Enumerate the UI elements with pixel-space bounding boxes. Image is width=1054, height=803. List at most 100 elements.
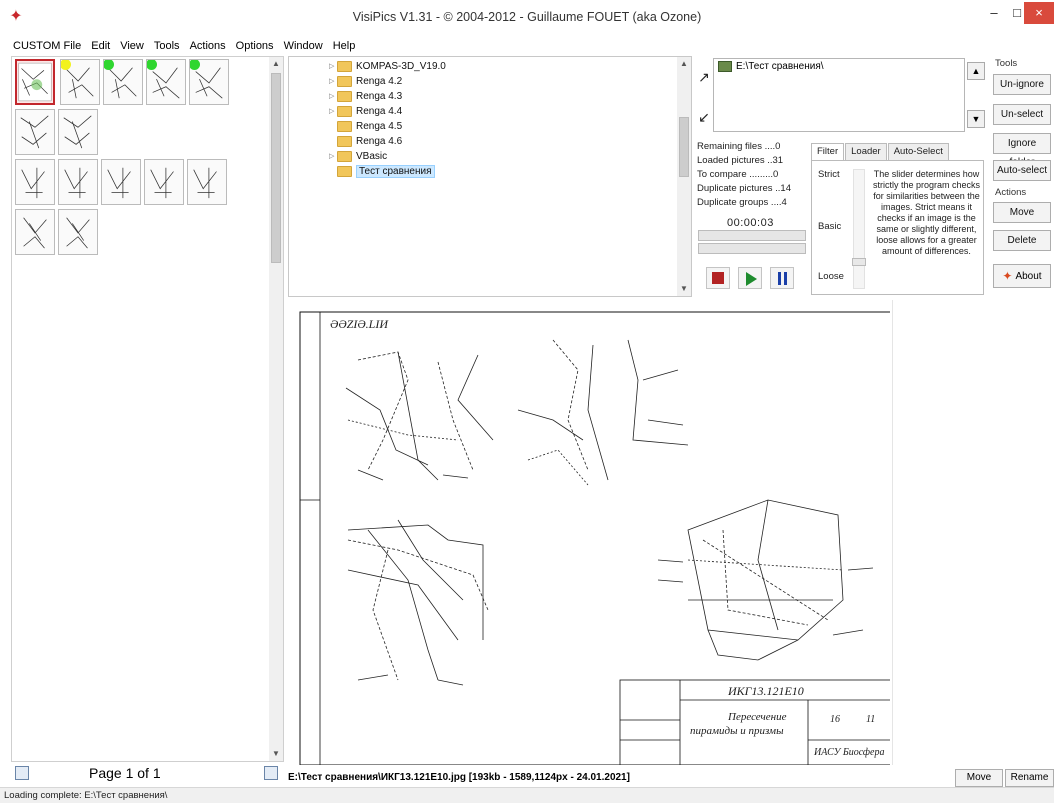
status-dot-icon (61, 60, 71, 70)
filter-description: The slider determines how strictly the p… (872, 169, 981, 256)
thumbnail[interactable] (15, 159, 55, 205)
menu-view[interactable]: View (115, 40, 149, 52)
play-button[interactable] (738, 267, 762, 289)
scroll-up-icon[interactable]: ▲ (269, 57, 283, 71)
thumbnail-selected[interactable] (15, 59, 55, 105)
ignore-folder-button[interactable]: Ignore folder (993, 133, 1051, 168)
tab-filter[interactable]: Filter (811, 143, 845, 161)
scroll-down-icon[interactable]: ▼ (269, 747, 283, 761)
minimize-button[interactable]: – (983, 0, 1005, 26)
thumbnail[interactable] (15, 209, 55, 255)
expand-icon[interactable]: ▷ (329, 77, 337, 85)
folder-flag-icon (718, 61, 732, 72)
menu-window[interactable]: Window (279, 40, 328, 52)
strictness-slider-thumb[interactable] (852, 258, 866, 266)
menu-actions[interactable]: Actions (185, 40, 231, 52)
unignore-button[interactable]: Un-ignore (993, 74, 1051, 95)
folder-icon (337, 120, 352, 132)
move-path-up-button[interactable]: ▲ (967, 62, 985, 80)
filter-panel: Strict Basic Loose The slider determines… (811, 160, 984, 295)
image-preview[interactable]: ƏƏZIƏ.LIИ ИКГ13.121Е10 Пересечение пирам… (288, 300, 895, 766)
thumbnail[interactable] (103, 59, 143, 105)
tree-item[interactable]: ▷ VBasic (329, 149, 387, 163)
auto-select-button[interactable]: Auto-select (993, 160, 1051, 181)
duplicate-groups: Duplicate groups ....4 (697, 197, 787, 208)
pause-button[interactable] (770, 267, 794, 289)
scroll-down-icon[interactable]: ▼ (677, 282, 691, 296)
thumbnail-scrollbar[interactable]: ▲ ▼ (269, 57, 283, 761)
scrollbar-thumb[interactable] (271, 73, 281, 263)
folder-open-icon (337, 165, 352, 177)
preview-side-area (892, 300, 1054, 765)
tree-item[interactable]: ▷ Renga 4.4 (329, 104, 402, 118)
stop-button[interactable] (706, 267, 730, 289)
path-list[interactable]: E:\Тест сравнения\ (713, 58, 965, 132)
tree-scrollbar[interactable]: ▲ ▼ (677, 57, 691, 296)
thumbnail[interactable] (101, 159, 141, 205)
drawing-preview: ƏƏZIƏ.LIИ ИКГ13.121Е10 Пересечение пирам… (299, 311, 895, 766)
expand-icon[interactable]: ▷ (329, 62, 337, 70)
thumbnail[interactable] (58, 209, 98, 255)
about-button[interactable]: ✦ About (993, 264, 1051, 288)
remove-path-icon[interactable]: ↙ (695, 108, 713, 126)
tools-panel: Tools Un-ignore Un-select Ignore folder … (989, 56, 1054, 297)
menu-tools[interactable]: Tools (149, 40, 185, 52)
timer: 00:00:03 (727, 217, 774, 229)
path-entry[interactable]: E:\Тест сравнения\ (718, 61, 824, 72)
add-path-icon[interactable]: ↗ (695, 68, 713, 86)
expand-icon[interactable]: ▷ (329, 152, 337, 160)
folder-icon (337, 105, 352, 117)
status-dot-icon (104, 60, 114, 70)
expand-icon[interactable]: ▷ (329, 92, 337, 100)
drawing-header: ƏƏZIƏ.LIИ (330, 317, 389, 331)
tree-item[interactable]: Renga 4.6 (329, 134, 402, 148)
expand-icon[interactable]: ▷ (329, 107, 337, 115)
thumbnail[interactable] (15, 109, 55, 155)
menu-file[interactable]: CUSTOM File (8, 40, 86, 52)
thumbnail[interactable] (58, 159, 98, 205)
previous-page-icon[interactable] (15, 766, 29, 780)
menu-help[interactable]: Help (328, 40, 361, 52)
next-page-icon[interactable] (264, 766, 278, 780)
delete-button[interactable]: Delete (993, 230, 1051, 251)
page-navigator: Page 1 of 1 (11, 762, 284, 784)
actions-label: Actions (995, 187, 1027, 198)
tab-loader[interactable]: Loader (845, 143, 887, 161)
tree-item-selected[interactable]: Тест сравнения (329, 164, 435, 178)
folder-icon (337, 60, 352, 72)
tree-item[interactable]: Renga 4.5 (329, 119, 402, 133)
strictness-slider[interactable] (853, 169, 865, 289)
tree-item[interactable]: ▷ Renga 4.3 (329, 89, 402, 103)
basic-label: Basic (818, 221, 842, 232)
move-path-down-button[interactable]: ▼ (967, 110, 985, 128)
tree-item[interactable]: ▷ KOMPAS-3D_V19.0 (329, 59, 446, 73)
scroll-up-icon[interactable]: ▲ (677, 57, 691, 71)
thumbnail[interactable] (187, 159, 227, 205)
thumbnail[interactable] (60, 59, 100, 105)
thumbnail[interactable] (146, 59, 186, 105)
tab-auto-select[interactable]: Auto-Select (887, 143, 949, 161)
fox-logo-icon: ✦ (1002, 269, 1013, 283)
scrollbar-thumb[interactable] (679, 117, 689, 177)
menu-options[interactable]: Options (231, 40, 279, 52)
rename-button[interactable]: Rename (1005, 769, 1054, 787)
thumbnail[interactable] (58, 109, 98, 155)
status-dot-icon (190, 60, 200, 70)
close-button[interactable]: × (1024, 2, 1054, 24)
stamp-subject-line-2: пирамиды и призмы (690, 725, 784, 737)
unselect-button[interactable]: Un-select (993, 104, 1051, 125)
status-dot-icon (147, 60, 157, 70)
thumbnail-pane[interactable]: ▲ ▼ (11, 56, 284, 762)
thumbnail[interactable] (189, 59, 229, 105)
move-file-button[interactable]: Move (955, 769, 1003, 787)
folder-tree[interactable]: ▷ KOMPAS-3D_V19.0 ▷ Renga 4.2 ▷ Renga 4.3 ▷… (288, 56, 692, 297)
stamp-sheets: 11 (866, 714, 875, 725)
remaining-files: Remaining files ....0 (697, 141, 781, 152)
folder-icon (337, 150, 352, 162)
stamp-org: ИАСУ Биосфера (813, 747, 884, 758)
tree-item[interactable]: ▷ Renga 4.2 (329, 74, 402, 88)
move-button[interactable]: Move (993, 202, 1051, 223)
menu-edit[interactable]: Edit (86, 40, 115, 52)
folder-icon (337, 135, 352, 147)
thumbnail[interactable] (144, 159, 184, 205)
